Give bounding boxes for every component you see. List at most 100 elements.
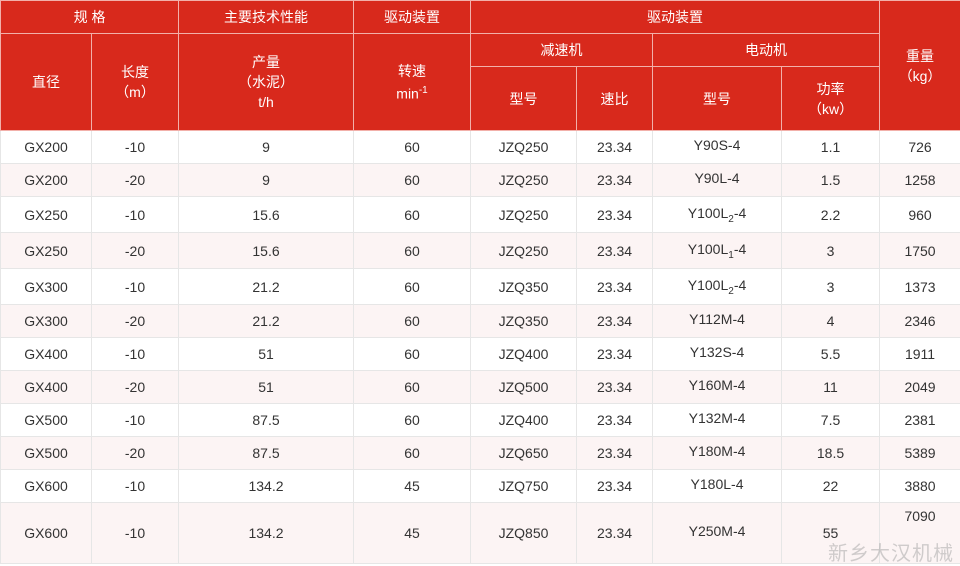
- cell-diameter: GX400: [0, 337, 92, 371]
- cell-ratio: 23.34: [576, 196, 654, 233]
- cell-output: 87.5: [178, 436, 355, 470]
- cell-length: -10: [90, 403, 180, 437]
- cell-diameter: GX600: [0, 502, 92, 564]
- cell-weight: 2049: [879, 370, 960, 404]
- cell-speed: 45: [353, 469, 472, 503]
- cell-speed: 60: [353, 130, 472, 164]
- cell-output: 15.6: [178, 196, 355, 233]
- cell-diameter: GX250: [0, 196, 92, 233]
- cell-motor: Y90L-4: [652, 163, 783, 197]
- cell-weight: 1911: [879, 337, 960, 371]
- cell-output: 9: [178, 163, 355, 197]
- motor-model-base: Y100L: [687, 240, 729, 257]
- output-unit: t/h: [258, 94, 274, 110]
- cell-length: -10: [90, 268, 180, 305]
- cell-diameter: GX400: [0, 370, 92, 404]
- cell-reducer: JZQ650: [470, 436, 578, 470]
- cell-diameter: GX250: [0, 232, 92, 269]
- cell-ratio: 23.34: [576, 469, 654, 503]
- cell-output: 15.6: [178, 232, 355, 269]
- header-length: 长度 （m）: [90, 33, 180, 131]
- cell-speed: 60: [353, 403, 472, 437]
- cell-motor: Y250M-4: [652, 502, 783, 564]
- cell-weight: 726: [879, 130, 960, 164]
- cell-power: 2.2: [781, 196, 881, 233]
- cell-length: -10: [90, 196, 180, 233]
- weight-value: 7090: [904, 508, 936, 524]
- cell-reducer: JZQ750: [470, 469, 578, 503]
- header-ratio: 速比: [576, 66, 654, 131]
- cell-reducer: JZQ400: [470, 403, 578, 437]
- cell-reducer: JZQ350: [470, 268, 578, 305]
- output-label: 产量: [252, 54, 281, 70]
- cell-power: 55: [781, 502, 881, 564]
- cell-motor: Y100L1-4: [652, 232, 783, 269]
- motor-model-base: Y132M-4: [688, 410, 746, 427]
- cell-ratio: 23.34: [576, 436, 654, 470]
- cell-ratio: 23.34: [576, 370, 654, 404]
- header-diameter: 直径: [0, 33, 92, 131]
- cell-motor: Y132M-4: [652, 403, 783, 437]
- cell-power: 1.1: [781, 130, 881, 164]
- cell-motor: Y112M-4: [652, 304, 783, 338]
- cell-diameter: GX300: [0, 304, 92, 338]
- table-row: GX200 -10 9 60 JZQ250 23.34 Y90S-4 1.1 726: [0, 130, 960, 164]
- header-power: 功率 （kw）: [781, 66, 881, 131]
- cell-output: 87.5: [178, 403, 355, 437]
- cell-ratio: 23.34: [576, 403, 654, 437]
- cell-output: 9: [178, 130, 355, 164]
- cell-output: 21.2: [178, 268, 355, 305]
- cell-ratio: 23.34: [576, 163, 654, 197]
- cell-power: 7.5: [781, 403, 881, 437]
- motor-model-base: Y132S-4: [689, 344, 745, 361]
- cell-weight: 7090: [879, 502, 960, 564]
- cell-ratio: 23.34: [576, 130, 654, 164]
- header-reducer: 减速机: [470, 33, 654, 67]
- motor-model-suffix: -4: [733, 204, 747, 221]
- cell-weight: 1373: [879, 268, 960, 305]
- cell-diameter: GX200: [0, 163, 92, 197]
- cell-power: 4: [781, 304, 881, 338]
- cell-length: -10: [90, 337, 180, 371]
- table-row: GX500 -10 87.5 60 JZQ400 23.34 Y132M-4 7.5 2381: [0, 403, 960, 437]
- cell-reducer: JZQ400: [470, 337, 578, 371]
- cell-power: 11: [781, 370, 881, 404]
- cell-length: -20: [90, 163, 180, 197]
- header-spec: 规 格: [0, 0, 180, 34]
- cell-power: 3: [781, 232, 881, 269]
- cell-diameter: GX500: [0, 436, 92, 470]
- table-row: GX300 -20 21.2 60 JZQ350 23.34 Y112M-4 4 2346: [0, 304, 960, 338]
- cell-diameter: GX500: [0, 403, 92, 437]
- cell-speed: 60: [353, 337, 472, 371]
- cell-power: 5.5: [781, 337, 881, 371]
- cell-motor: Y100L2-4: [652, 196, 783, 233]
- cell-output: 134.2: [178, 502, 355, 564]
- motor-model-base: Y180L-4: [690, 476, 744, 493]
- motor-model-base: Y160M-4: [688, 377, 746, 394]
- header-output: 产量 （水泥） t/h: [178, 33, 355, 131]
- cell-power: 3: [781, 268, 881, 305]
- cell-output: 51: [178, 337, 355, 371]
- table-row: GX400 -20 51 60 JZQ500 23.34 Y160M-4 11 2049: [0, 370, 960, 404]
- header-motor: 电动机: [652, 33, 881, 67]
- table-row: GX200 -20 9 60 JZQ250 23.34 Y90L-4 1.5 1258: [0, 163, 960, 197]
- speed-unit-exp: -1: [418, 84, 428, 96]
- cell-power: 18.5: [781, 436, 881, 470]
- power-label: 功率: [816, 80, 845, 97]
- cell-weight: 960: [879, 196, 960, 233]
- cell-weight: 1750: [879, 232, 960, 269]
- header-motor-model: 型号: [652, 66, 783, 131]
- header-drive-1: 驱动装置: [353, 0, 472, 34]
- motor-model-base: Y90S-4: [693, 137, 741, 154]
- cell-motor: Y180M-4: [652, 436, 783, 470]
- cell-output: 21.2: [178, 304, 355, 338]
- cell-length: -10: [90, 130, 180, 164]
- table-body: GX200 -10 9 60 JZQ250 23.34 Y90S-4 1.1 726 GX200-…: [0, 130, 960, 564]
- motor-model-base: Y100L: [687, 204, 729, 221]
- cell-power: 22: [781, 469, 881, 503]
- cell-speed: 60: [353, 196, 472, 233]
- cell-diameter: GX600: [0, 469, 92, 503]
- cell-length: -10: [90, 502, 180, 564]
- weight-unit: （kg）: [898, 67, 942, 84]
- cell-reducer: JZQ250: [470, 196, 578, 233]
